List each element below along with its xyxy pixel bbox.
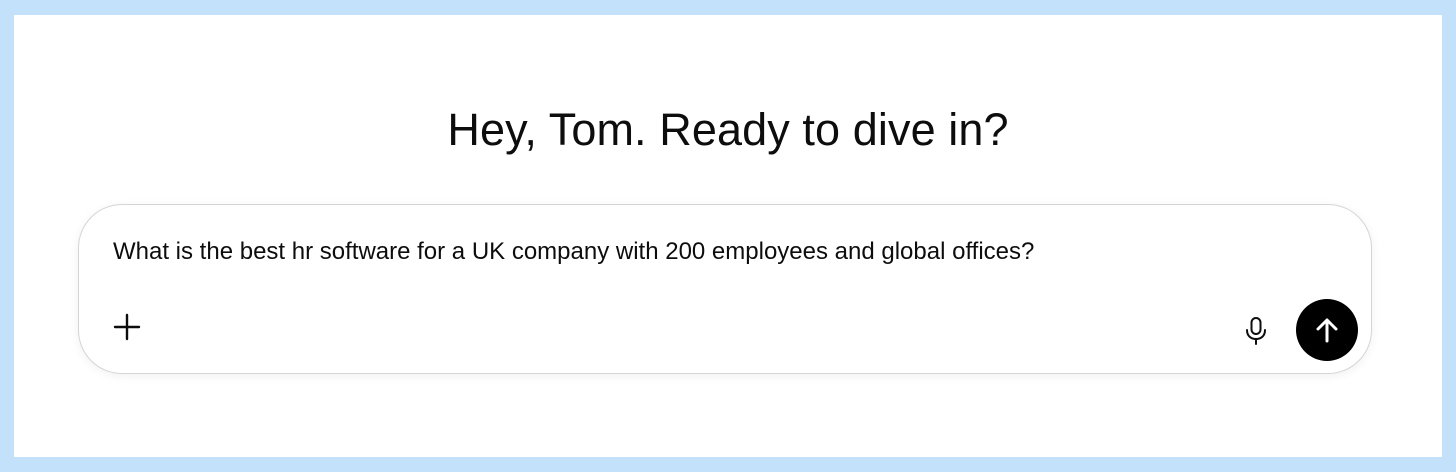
chat-home: Hey, Tom. Ready to dive in? What is the …	[14, 15, 1442, 457]
microphone-icon	[1246, 317, 1266, 345]
arrow-up-icon	[1316, 318, 1338, 343]
prompt-composer[interactable]: What is the best hr software for a UK co…	[78, 204, 1372, 374]
greeting-heading: Hey, Tom. Ready to dive in?	[447, 104, 1009, 155]
add-attachment-button[interactable]	[107, 307, 147, 347]
send-button[interactable]	[1296, 299, 1358, 361]
prompt-input[interactable]: What is the best hr software for a UK co…	[113, 236, 1034, 268]
voice-input-button[interactable]	[1234, 309, 1278, 353]
plus-icon	[113, 313, 141, 341]
